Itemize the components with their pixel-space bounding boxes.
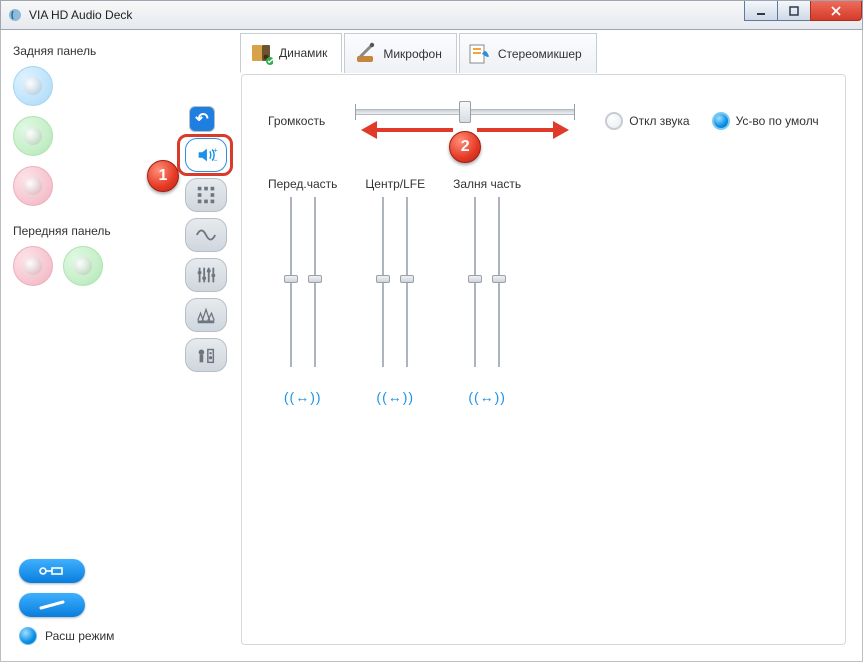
rear-left-slider[interactable] [468, 197, 482, 367]
rear-balance-icon[interactable]: ((↔)) [453, 389, 521, 405]
left-bottom-controls: Расш режим [19, 559, 114, 645]
rear-right-slider[interactable] [492, 197, 506, 367]
mode-toggle[interactable] [19, 627, 37, 645]
tab-microphone-label: Микрофон [383, 47, 441, 61]
center-balance-icon[interactable]: ((↔)) [365, 389, 425, 405]
tab-bar: Динамик Микрофон Стереомикшер [240, 33, 599, 73]
channel-rear: Залня часть ((↔)) [453, 177, 521, 405]
connector-button-2[interactable] [19, 593, 85, 617]
front-jack-pink[interactable] [13, 246, 53, 286]
tab-microphone[interactable]: Микрофон [344, 33, 456, 73]
maximize-button[interactable] [777, 1, 811, 21]
equalizer-button[interactable] [185, 258, 227, 292]
annotation-badge-1: 1 [147, 160, 179, 192]
front-jack-green[interactable] [63, 246, 103, 286]
rear-jack-pink[interactable] [13, 166, 53, 206]
annotation-highlight-1 [177, 134, 233, 176]
annotation-badge-2: 2 [449, 131, 481, 163]
mute-label: Откл звука [629, 114, 689, 128]
speaker-icon [249, 41, 273, 65]
app-icon [7, 7, 23, 23]
tab-speaker[interactable]: Динамик [240, 33, 342, 73]
channel-center-label: Центр/LFE [365, 177, 425, 191]
channel-center-lfe: Центр/LFE ((↔)) [365, 177, 425, 405]
default-device-indicator [712, 112, 730, 130]
mute-toggle[interactable]: Откл звука [605, 112, 689, 130]
bass-button[interactable] [185, 218, 227, 252]
default-device-label: Ус-во по умолч [736, 114, 819, 128]
mode-label: Расш режим [45, 629, 114, 643]
default-device-toggle[interactable]: Ус-во по умолч [712, 112, 819, 130]
room-correction-button[interactable] [185, 338, 227, 372]
tab-stereomix-label: Стереомикшер [498, 47, 582, 61]
stereomix-icon [468, 42, 492, 66]
window-buttons [745, 1, 862, 21]
window-title: VIA HD Audio Deck [29, 8, 858, 22]
channel-front-label: Перед.часть [268, 177, 337, 191]
front-right-slider[interactable] [308, 197, 322, 367]
reset-button[interactable]: ↶ [189, 106, 215, 132]
lfe-slider[interactable] [400, 197, 414, 367]
minimize-button[interactable] [744, 1, 778, 21]
environment-button[interactable] [185, 298, 227, 332]
connector-button-1[interactable] [19, 559, 85, 583]
microphone-icon [353, 42, 377, 66]
title-bar: VIA HD Audio Deck [0, 0, 863, 30]
channel-sliders: Перед.часть ((↔)) Центр/LFE ((↔)) [268, 177, 825, 405]
volume-label: Громкость [268, 114, 325, 128]
rear-jack-blue[interactable] [13, 66, 53, 106]
rear-panel-label: Задняя панель [13, 44, 233, 58]
channel-rear-label: Залня часть [453, 177, 521, 191]
master-volume-slider[interactable]: 2 [355, 101, 575, 141]
main-panel: Динамик Микрофон Стереомикшер Громкость [241, 74, 846, 645]
close-button[interactable] [810, 1, 862, 21]
rear-jack-green[interactable] [13, 116, 53, 156]
mute-toggle-indicator [605, 112, 623, 130]
center-slider[interactable] [376, 197, 390, 367]
speaker-config-button[interactable] [185, 178, 227, 212]
front-balance-icon[interactable]: ((↔)) [268, 389, 337, 405]
front-left-slider[interactable] [284, 197, 298, 367]
left-panel: Задняя панель Передняя панель ↶ +− [1, 30, 241, 661]
tab-speaker-label: Динамик [279, 46, 327, 60]
channel-front: Перед.часть ((↔)) [268, 177, 337, 405]
tab-stereomix[interactable]: Стереомикшер [459, 33, 597, 73]
